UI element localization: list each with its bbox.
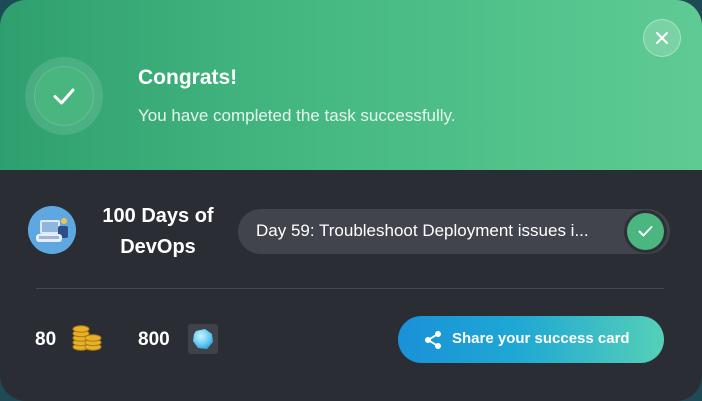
coins-icon <box>71 322 103 357</box>
course-name: 100 Days of DevOps <box>102 205 214 258</box>
close-icon <box>656 32 668 44</box>
task-complete-check-icon <box>627 213 664 250</box>
success-badge <box>25 57 103 135</box>
success-dialog: Congrats! You have completed the task su… <box>0 0 702 401</box>
dialog-header: Congrats! You have completed the task su… <box>0 0 702 170</box>
share-button-label: Share your success card <box>452 330 630 347</box>
gem-icon <box>188 324 218 354</box>
gems-count: 800 <box>138 329 170 350</box>
share-icon <box>425 331 441 349</box>
coins-count: 80 <box>35 329 57 350</box>
course-logo <box>28 206 76 254</box>
dialog-message: You have completed the task successfully… <box>138 106 456 125</box>
task-item[interactable]: Day 59: Troubleshoot Deployment issues i… <box>238 209 670 254</box>
success-check-icon <box>34 66 94 126</box>
divider <box>36 288 664 289</box>
dialog-title: Congrats! <box>138 66 238 89</box>
close-button[interactable] <box>643 19 681 57</box>
share-success-card-button[interactable]: Share your success card <box>398 316 664 363</box>
task-label: Day 59: Troubleshoot Deployment issues i… <box>256 221 589 240</box>
